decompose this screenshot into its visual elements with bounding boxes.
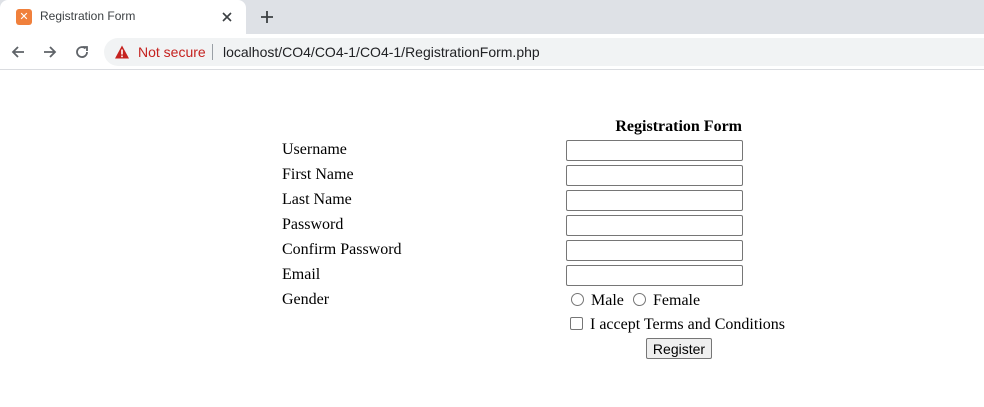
browser-tab[interactable]: ✕ Registration Form — [0, 0, 246, 34]
page-content: Registration Form Username First Name La… — [0, 71, 984, 407]
confirm-password-input[interactable] — [566, 240, 743, 261]
password-input[interactable] — [566, 215, 743, 236]
male-option-label: Male — [591, 292, 624, 309]
confirm-password-label: Confirm Password — [282, 241, 402, 258]
gender-label: Gender — [282, 291, 330, 308]
email-input[interactable] — [566, 265, 743, 286]
warning-triangle-icon[interactable] — [114, 44, 130, 60]
first-name-input[interactable] — [566, 165, 743, 186]
new-tab-icon[interactable] — [256, 6, 278, 28]
forward-arrow-icon[interactable] — [38, 40, 62, 64]
reload-icon[interactable] — [70, 40, 94, 64]
tab-strip: ✕ Registration Form — [0, 0, 984, 34]
register-button[interactable]: Register — [646, 338, 712, 359]
username-label: Username — [282, 141, 347, 158]
terms-label: I accept Terms and Conditions — [590, 316, 785, 333]
password-label: Password — [282, 216, 344, 233]
address-separator — [212, 44, 213, 60]
email-label: Email — [282, 266, 321, 283]
xampp-favicon-icon: ✕ — [16, 9, 32, 25]
male-radio[interactable] — [571, 293, 584, 306]
security-status[interactable]: Not secure — [138, 44, 206, 60]
last-name-label: Last Name — [282, 191, 352, 208]
last-name-input[interactable] — [566, 190, 743, 211]
address-bar[interactable]: Not secure localhost/CO4/CO4-1/CO4-1/Reg… — [104, 38, 984, 66]
terms-checkbox[interactable] — [570, 317, 583, 330]
first-name-label: First Name — [282, 166, 354, 183]
female-option-label: Female — [653, 292, 701, 309]
tab-title: Registration Form — [40, 9, 136, 23]
female-radio[interactable] — [633, 293, 646, 306]
url-text[interactable]: localhost/CO4/CO4-1/CO4-1/RegistrationFo… — [223, 44, 540, 60]
form-title: Registration Form — [615, 118, 742, 135]
back-arrow-icon[interactable] — [6, 40, 30, 64]
browser-toolbar: Not secure localhost/CO4/CO4-1/CO4-1/Reg… — [0, 34, 984, 70]
username-input[interactable] — [566, 140, 743, 161]
close-tab-icon[interactable] — [218, 8, 236, 26]
